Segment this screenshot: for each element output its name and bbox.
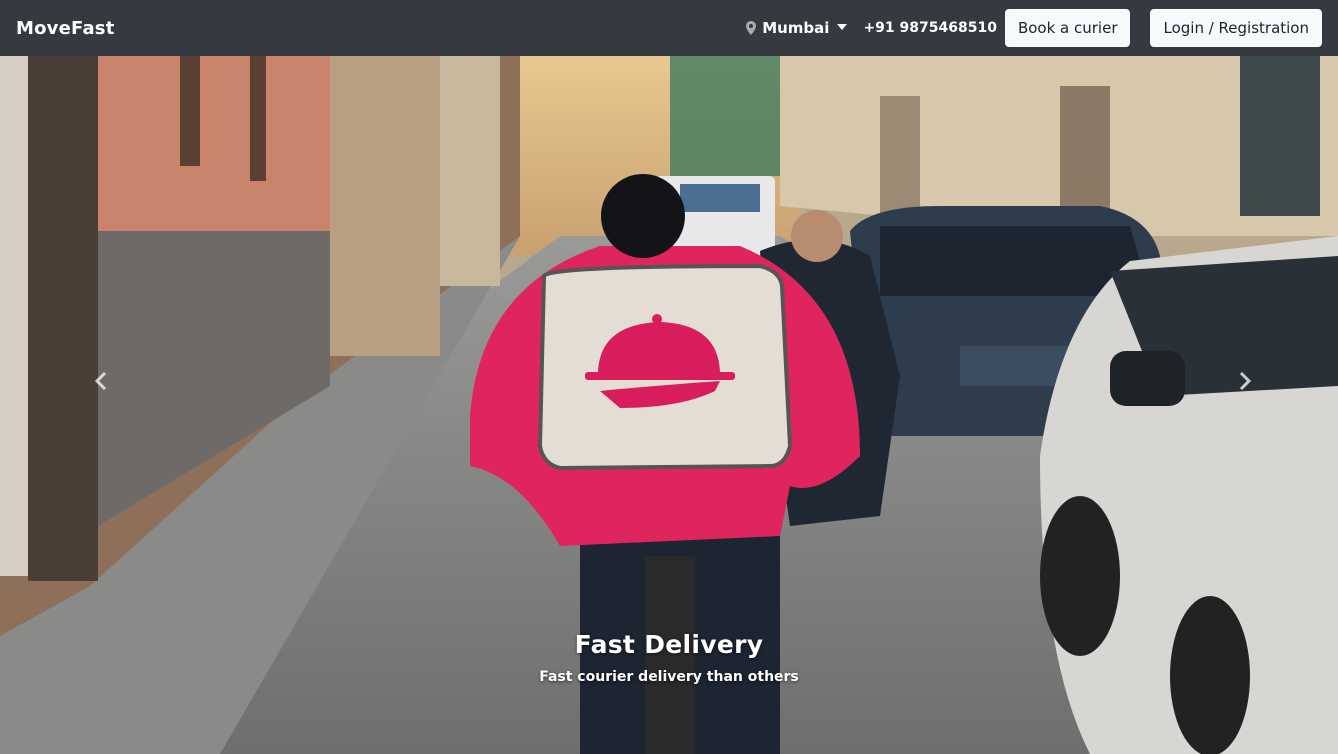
navbar-right: Mumbai +91 9875468510 Book a curier Logi… xyxy=(746,0,1322,56)
carousel-next-button[interactable] xyxy=(1230,361,1260,401)
caption-title: Fast Delivery xyxy=(574,630,764,659)
book-courier-button[interactable]: Book a curier xyxy=(1004,9,1131,47)
carousel-prev-button[interactable] xyxy=(86,361,116,401)
city-label: Mumbai xyxy=(762,19,830,37)
login-registration-button[interactable]: Login / Registration xyxy=(1150,9,1322,47)
phone-number[interactable]: +91 9875468510 xyxy=(863,20,997,36)
navbar: MoveFast Mumbai +91 9875468510 Book a cu… xyxy=(0,0,1338,56)
caption-text: Fast courier delivery than others xyxy=(539,669,799,685)
chevron-right-icon xyxy=(1239,371,1252,391)
chevron-left-icon xyxy=(94,371,107,391)
hero-carousel: Fast Delivery Fast courier delivery than… xyxy=(0,56,1338,754)
carousel-caption: Fast Delivery Fast courier delivery than… xyxy=(0,630,1338,685)
city-dropdown[interactable]: Mumbai xyxy=(746,19,848,37)
chevron-down-icon xyxy=(837,24,848,30)
location-pin-icon xyxy=(746,21,757,35)
brand-logo[interactable]: MoveFast xyxy=(16,18,115,39)
